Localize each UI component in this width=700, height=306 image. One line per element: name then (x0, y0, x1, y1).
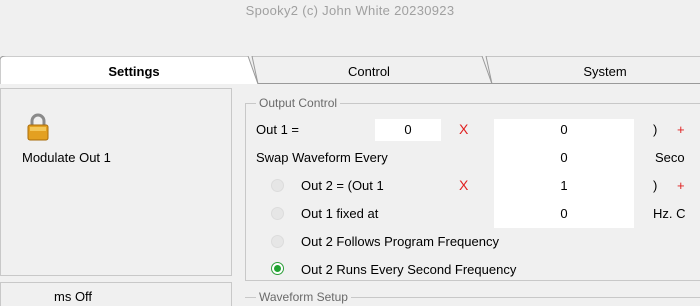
tab-bar: Settings Control System (0, 56, 700, 84)
out1-paren: ) (653, 122, 658, 137)
out1-label: Out 1 = (256, 122, 299, 137)
ms-off-panel: ms Off (0, 282, 232, 306)
out2-follows-radio[interactable] (271, 235, 284, 248)
out2-follows-label[interactable]: Out 2 Follows Program Frequency (301, 234, 499, 249)
out1-fixed-radio[interactable] (271, 207, 284, 220)
out2-equation-radio[interactable] (271, 179, 284, 192)
out2-label: Out 2 = (Out 1 (301, 178, 384, 193)
ms-off-label: ms Off (54, 289, 93, 304)
plus-icon: + (677, 178, 685, 193)
window-title: Spooky2 (c) John White 20230923 (245, 3, 455, 18)
modulate-out1-label: Modulate Out 1 (22, 150, 111, 165)
tab-settings[interactable]: Settings (14, 64, 254, 79)
out1-fixed-label: Out 1 fixed at (301, 206, 379, 221)
plus-icon: + (677, 122, 685, 137)
out1-mult-input[interactable]: 0 (494, 119, 634, 141)
tab-control[interactable]: Control (252, 64, 486, 79)
hz-label: Hz. C (653, 206, 686, 221)
lock-icon[interactable] (26, 113, 50, 141)
tab-system[interactable]: System (490, 64, 700, 79)
out2-second-label[interactable]: Out 2 Runs Every Second Frequency (301, 262, 516, 277)
output-control-title: Output Control (256, 96, 341, 110)
multiply-icon: X (459, 177, 469, 193)
seconds-label: Seco (655, 150, 685, 165)
swap-label: Swap Waveform Every (256, 150, 388, 165)
out2-input[interactable]: 1 (494, 175, 634, 197)
waveform-setup-title: Waveform Setup (256, 290, 351, 304)
swap-input[interactable]: 0 (494, 147, 634, 169)
multiply-icon: X (459, 121, 469, 137)
out1-input[interactable]: 0 (375, 119, 441, 141)
out2-second-radio[interactable] (271, 262, 284, 275)
out1-fixed-input[interactable]: 0 (494, 203, 634, 225)
out2-paren: ) (653, 178, 658, 193)
